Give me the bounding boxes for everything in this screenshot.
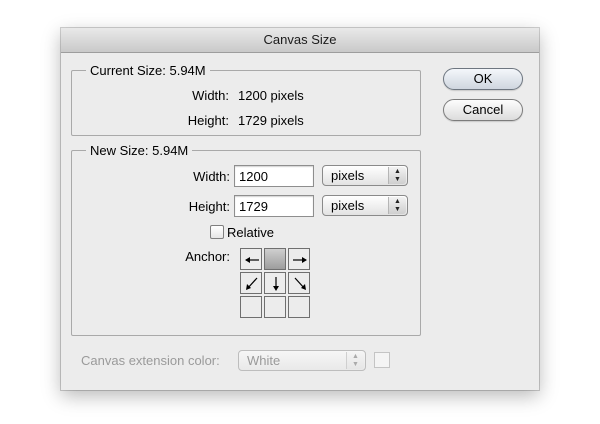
- height-input[interactable]: 1729: [234, 195, 314, 217]
- new-width-label: Width:: [193, 169, 230, 184]
- anchor-middle-left[interactable]: [240, 272, 262, 294]
- anchor-middle-center[interactable]: [264, 272, 286, 294]
- relative-label[interactable]: Relative: [227, 225, 274, 241]
- width-unit-value: pixels: [331, 168, 365, 183]
- current-size-group: Current Size: 5.94M Width: 1200 pixels H…: [71, 63, 421, 136]
- current-height-value: 1729 pixels: [238, 113, 304, 128]
- height-unit-select[interactable]: pixels ▲ ▼: [322, 195, 408, 216]
- anchor-bottom-right[interactable]: [288, 296, 310, 318]
- extension-color-value: White: [247, 353, 281, 368]
- ok-button[interactable]: OK: [443, 68, 523, 90]
- anchor-bottom-center[interactable]: [264, 296, 286, 318]
- current-size-legend: Current Size: 5.94M: [86, 63, 210, 78]
- height-unit-value: pixels: [331, 198, 365, 213]
- current-height-label: Height:: [187, 113, 229, 128]
- arrow-down-icon: [273, 277, 279, 291]
- new-height-label: Height:: [188, 199, 230, 214]
- extension-color-select[interactable]: White ▲ ▼: [238, 350, 366, 371]
- width-input[interactable]: 1200: [234, 165, 314, 187]
- cancel-button[interactable]: Cancel: [443, 99, 523, 121]
- arrow-left-icon: [245, 257, 259, 263]
- up-down-arrows-icon: ▲ ▼: [388, 167, 406, 184]
- dialog-title: Canvas Size: [61, 28, 539, 53]
- anchor-label: Anchor:: [185, 249, 230, 264]
- arrow-down-left-icon: [246, 277, 258, 290]
- relative-checkbox[interactable]: [210, 225, 224, 239]
- extension-color-label: Canvas extension color:: [81, 353, 220, 368]
- canvas-size-dialog: Canvas Size Current Size: 5.94M Width: 1…: [61, 28, 539, 390]
- current-width-label: Width:: [192, 88, 229, 103]
- new-size-legend: New Size: 5.94M: [86, 143, 193, 158]
- current-width-value: 1200 pixels: [238, 88, 304, 103]
- width-unit-select[interactable]: pixels ▲ ▼: [322, 165, 408, 186]
- anchor-top-center[interactable]: [264, 248, 286, 270]
- arrow-right-icon: [293, 257, 307, 263]
- anchor-top-left[interactable]: [240, 248, 262, 270]
- anchor-middle-right[interactable]: [288, 272, 310, 294]
- anchor-bottom-left[interactable]: [240, 296, 262, 318]
- anchor-top-right[interactable]: [288, 248, 310, 270]
- up-down-arrows-icon: ▲ ▼: [346, 352, 364, 369]
- up-down-arrows-icon: ▲ ▼: [388, 197, 406, 214]
- arrow-down-right-icon: [294, 277, 306, 290]
- new-size-group: New Size: 5.94M Width: 1200 pixels ▲ ▼ He…: [71, 143, 421, 336]
- extension-color-swatch[interactable]: [374, 352, 390, 368]
